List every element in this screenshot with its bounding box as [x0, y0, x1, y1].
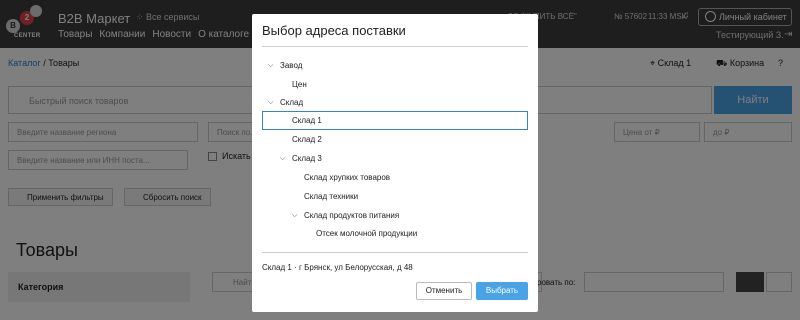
- tree-node-label: Склад хрупких товаров: [304, 173, 391, 182]
- tree-node-fragile[interactable]: Склад хрупких товаров: [304, 168, 390, 187]
- tree-node-sklad-3[interactable]: ⌵ Склад 3: [280, 149, 322, 168]
- selected-address: Склад 1 · г Брянск, ул Белорусская, д 48: [262, 263, 413, 272]
- chevron-down-icon[interactable]: ⌵: [268, 56, 273, 75]
- tree-node-tech[interactable]: Склад техники: [304, 187, 358, 206]
- tree-node-label: Завод: [280, 61, 303, 70]
- address-separator: ·: [294, 263, 297, 272]
- tree-node-label: Цен: [292, 80, 307, 89]
- select-button[interactable]: Выбрать: [476, 282, 528, 300]
- tree-node-label: Склад: [280, 98, 304, 107]
- tree-node-zavod[interactable]: ⌵ Завод: [268, 56, 303, 75]
- dialog-title: Выбор адреса поставки: [262, 23, 406, 38]
- divider: [262, 46, 528, 47]
- tree-node-label: Склад 1: [292, 116, 322, 125]
- tree-node-sklad[interactable]: ⌵ Склад: [268, 93, 304, 112]
- address-dialog: Выбор адреса поставки ⌵ Завод Цен ⌵ Склад …: [252, 14, 538, 312]
- tree-node-food[interactable]: ⌵ Склад продуктов питания: [292, 206, 400, 225]
- tree-node-label: Склад продуктов питания: [304, 211, 400, 220]
- selected-address-text: г Брянск, ул Белорусская, д 48: [298, 263, 413, 272]
- chevron-down-icon[interactable]: ⌵: [292, 206, 297, 225]
- chevron-down-icon[interactable]: ⌵: [268, 93, 273, 112]
- tree-node-label: Склад 2: [292, 135, 322, 144]
- selected-warehouse: Склад 1: [262, 263, 292, 272]
- tree-node-dairy[interactable]: Отсек молочной продукции: [316, 224, 417, 243]
- tree-node-cen[interactable]: Цен: [292, 75, 307, 94]
- tree-node-label: Отсек молочной продукции: [316, 229, 418, 238]
- tree-node-sklad-1[interactable]: Склад 1: [292, 111, 322, 130]
- tree-node-label: Склад 3: [292, 154, 322, 163]
- chevron-down-icon[interactable]: ⌵: [280, 149, 285, 168]
- divider: [262, 252, 528, 253]
- cancel-button[interactable]: Отменить: [416, 282, 472, 300]
- tree-node-sklad-2[interactable]: Склад 2: [292, 130, 322, 149]
- tree-node-label: Склад техники: [304, 192, 359, 201]
